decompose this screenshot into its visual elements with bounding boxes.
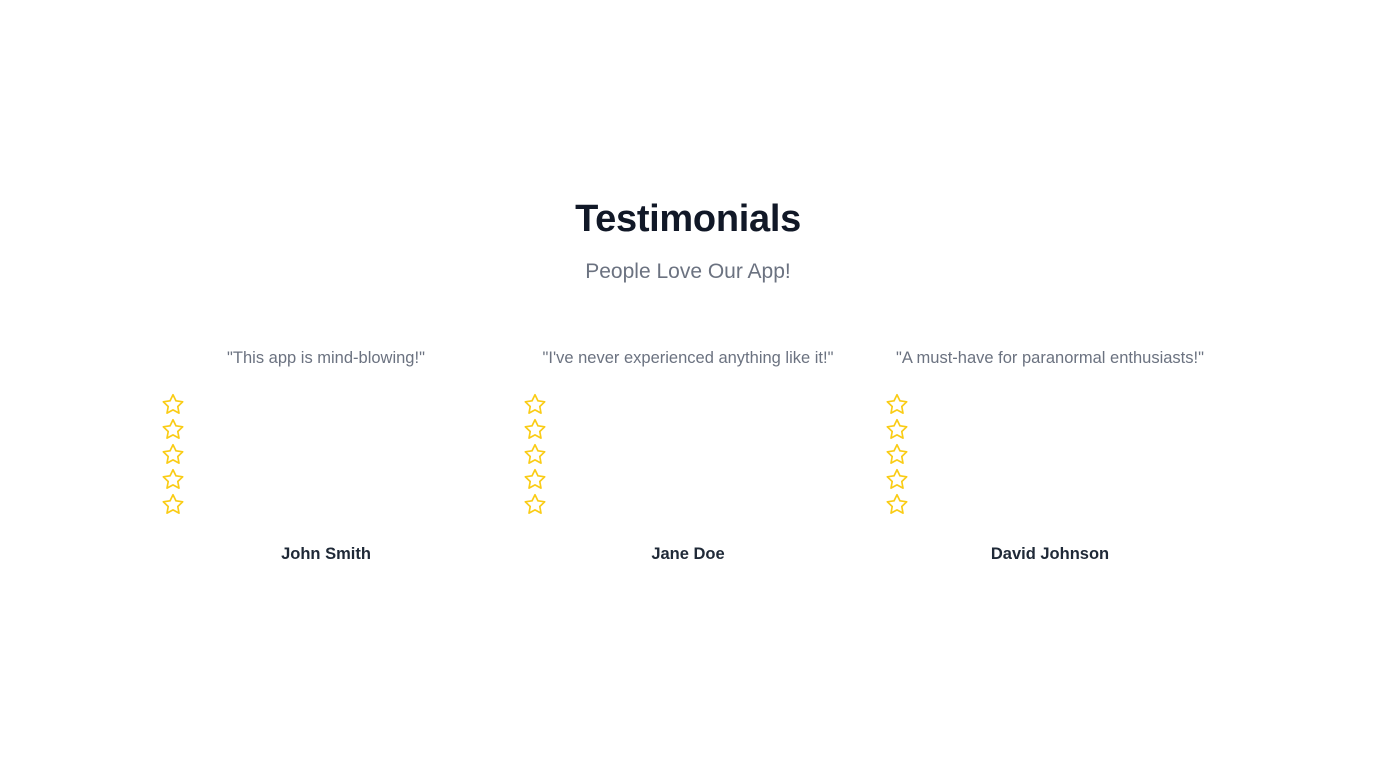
star-outline-icon (884, 392, 910, 417)
testimonials-section: Testimonials People Love Our App! "This … (0, 0, 1376, 768)
star-outline-icon (522, 467, 548, 492)
star-outline-icon (160, 492, 186, 517)
testimonial-card: "This app is mind-blowing!" John Smith (145, 346, 507, 576)
star-outline-icon (884, 492, 910, 517)
testimonial-quote: "This app is mind-blowing!" (227, 349, 425, 367)
testimonial-card: "A must-have for paranormal enthusiasts!… (869, 346, 1231, 576)
star-outline-icon (884, 442, 910, 467)
testimonial-quote: "A must-have for paranormal enthusiasts!… (896, 349, 1204, 367)
star-outline-icon (160, 417, 186, 442)
star-outline-icon (522, 442, 548, 467)
star-outline-icon (522, 492, 548, 517)
star-rating (522, 392, 548, 517)
star-outline-icon (160, 392, 186, 417)
star-outline-icon (160, 442, 186, 467)
star-outline-icon (522, 392, 548, 417)
star-rating (884, 392, 910, 517)
section-subtitle: People Love Our App! (585, 260, 791, 283)
testimonial-quote: "I've never experienced anything like it… (542, 349, 834, 367)
star-outline-icon (160, 467, 186, 492)
testimonial-author: Jane Doe (651, 545, 725, 563)
star-outline-icon (884, 417, 910, 442)
star-outline-icon (522, 417, 548, 442)
section-title: Testimonials (575, 198, 801, 240)
star-rating (160, 392, 186, 517)
testimonial-author: David Johnson (990, 545, 1110, 563)
star-outline-icon (884, 467, 910, 492)
testimonial-card: "I've never experienced anything like it… (507, 346, 869, 576)
testimonial-author: John Smith (281, 545, 371, 563)
